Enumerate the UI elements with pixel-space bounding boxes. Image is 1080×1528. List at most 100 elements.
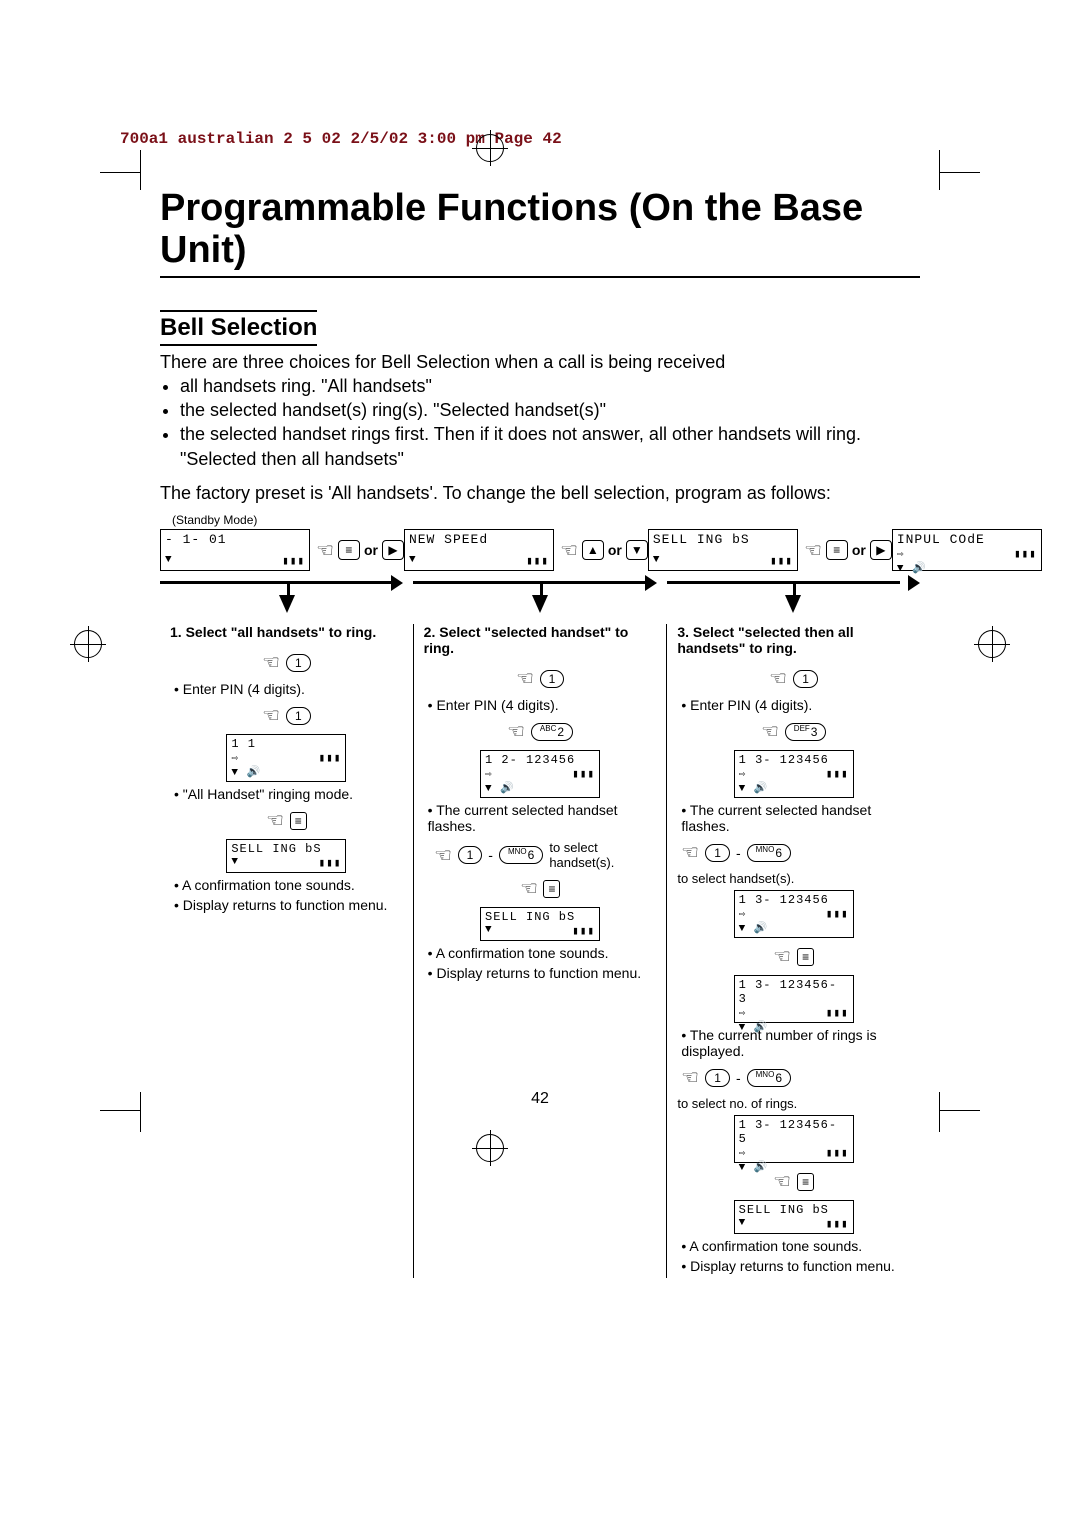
key-1[interactable]: 1 (540, 670, 565, 688)
crop-mark (140, 150, 141, 190)
key-sup: ABC (540, 721, 556, 737)
down-arrow-icon (279, 595, 295, 613)
lcd-screen: 1 1 ⇨▼ 🔊▮▮▮ (226, 734, 346, 782)
lcd-screen: 1 2- 123456 ⇨▼ 🔊▮▮▮ (480, 750, 600, 798)
key-2[interactable]: ABC2 (531, 723, 573, 741)
key-sup: MNO (756, 842, 775, 858)
note-text: Display returns to function menu. (174, 897, 403, 913)
down-arrow-icon (785, 595, 801, 613)
flow-arrow (160, 575, 920, 589)
lcd-text: 1 2- 123456 (485, 753, 595, 767)
note-text: Enter PIN (4 digits). (174, 681, 403, 697)
key-sup: MNO (756, 1067, 775, 1083)
lcd-text: 1 3- 123456 (739, 893, 849, 907)
right-button[interactable]: ▶ (870, 540, 892, 560)
hand-icon: ☞ (507, 719, 525, 744)
lcd-screen: NEW SPEEd ▼▮▮▮ (404, 529, 554, 571)
page-number: 42 (0, 1090, 1080, 1108)
key-sup: DEF (794, 721, 810, 737)
lcd-screen: SELL ING bS ▼▮▮▮ (480, 907, 600, 941)
menu-button[interactable]: ≡ (826, 540, 848, 560)
dash: - (736, 1070, 741, 1086)
key-1[interactable]: 1 (705, 1069, 730, 1087)
registration-mark (974, 626, 1010, 662)
key-1[interactable]: 1 (705, 844, 730, 862)
intro-text: There are three choices for Bell Selecti… (160, 350, 920, 374)
key-1[interactable]: 1 (793, 670, 818, 688)
key-1[interactable]: 1 (458, 846, 483, 864)
note-text: The current number of rings is displayed… (681, 1027, 910, 1059)
crop-mark (940, 172, 980, 173)
standby-label: (Standby Mode) (172, 513, 920, 527)
hand-icon: ☞ (773, 1169, 791, 1194)
hand-icon: ☞ (560, 538, 578, 563)
section-heading: Bell Selection (160, 310, 317, 346)
note-text: A confirmation tone sounds. (681, 1238, 910, 1254)
hand-icon: ☞ (262, 650, 280, 675)
nav-or: ☞ ≡ or ▶ (804, 538, 892, 563)
note-text: A confirmation tone sounds. (428, 945, 657, 961)
crop-mark (940, 1110, 980, 1111)
lcd-screen: 1 3- 123456- 3 ⇨▼ 🔊▮▮▮ (734, 975, 854, 1023)
up-button[interactable]: ▲ (582, 540, 604, 560)
preset-text: The factory preset is 'All handsets'. To… (160, 481, 920, 505)
crop-mark (100, 172, 140, 173)
lcd-text: SELL ING bS (739, 1203, 849, 1217)
page-title: Programmable Functions (On the Base Unit… (160, 188, 920, 278)
lcd-text: SELL ING bS (653, 532, 793, 547)
hand-icon: ☞ (434, 843, 452, 868)
column-3: 3. Select "selected then all handsets" t… (667, 624, 920, 1278)
hand-icon: ☞ (266, 808, 284, 833)
lcd-text: INPUL COdE (897, 532, 1037, 547)
or-label: or (852, 542, 866, 558)
key-6[interactable]: MNO6 (499, 846, 543, 864)
key-1[interactable]: 1 (286, 707, 311, 725)
nav-or: ☞ ≡ or ▶ (316, 538, 404, 563)
lcd-text: 1 3- 123456 (739, 753, 849, 767)
lcd-text: 1 1 (231, 737, 341, 751)
lcd-text: - 1- 01 (165, 532, 305, 547)
range-text: to select handset(s). (677, 871, 910, 886)
lcd-text: 1 3- 123456- 3 (739, 978, 849, 1006)
registration-mark (70, 626, 106, 662)
key-3[interactable]: DEF3 (785, 723, 827, 741)
menu-button[interactable]: ≡ (797, 1173, 814, 1191)
key-num: 3 (811, 724, 818, 740)
note-text: Display returns to function menu. (428, 965, 657, 981)
hand-icon: ☞ (262, 703, 280, 728)
menu-button[interactable]: ≡ (797, 948, 814, 966)
key-6[interactable]: MNO6 (747, 844, 791, 862)
bullet-item: the selected handset(s) ring(s). "Select… (180, 398, 920, 422)
key-num: 6 (528, 847, 535, 863)
hand-icon: ☞ (804, 538, 822, 563)
note-text: The current selected handset flashes. (681, 802, 910, 834)
lcd-screen: SELL ING bS ▼▮▮▮ (648, 529, 798, 571)
lcd-nav-row: - 1- 01 ▼▮▮▮ ☞ ≡ or ▶ NEW SPEEd ▼▮▮▮ ☞ (160, 529, 920, 571)
right-button[interactable]: ▶ (382, 540, 404, 560)
down-button[interactable]: ▼ (626, 540, 648, 560)
or-label: or (608, 542, 622, 558)
lcd-screen: INPUL COdE ⇨▼ 🔊▮▮▮ (892, 529, 1042, 571)
or-label: or (364, 542, 378, 558)
note-text: The current selected handset flashes. (428, 802, 657, 834)
menu-button[interactable]: ≡ (543, 880, 560, 898)
source-file-header: 700a1 australian 2 5 02 2/5/02 3:00 pm P… (120, 130, 960, 148)
registration-mark (472, 130, 508, 166)
key-6[interactable]: MNO6 (747, 1069, 791, 1087)
lcd-screen: 1 3- 123456 ⇨▼ 🔊▮▮▮ (734, 890, 854, 938)
menu-button[interactable]: ≡ (290, 812, 307, 830)
key-num: 2 (557, 724, 564, 740)
crop-mark (939, 150, 940, 190)
menu-button[interactable]: ≡ (338, 540, 360, 560)
key-1[interactable]: 1 (286, 654, 311, 672)
note-text: Display returns to function menu. (681, 1258, 910, 1274)
lcd-screen: - 1- 01 ▼▮▮▮ (160, 529, 310, 571)
note-text: A confirmation tone sounds. (174, 877, 403, 893)
hand-icon: ☞ (516, 666, 534, 691)
intro-block: There are three choices for Bell Selecti… (160, 350, 920, 506)
lcd-screen: SELL ING bS ▼▮▮▮ (226, 839, 346, 873)
range-text: to select handset(s). (549, 840, 656, 870)
bullet-item: the selected handset rings first. Then i… (180, 422, 920, 471)
lcd-text: SELL ING bS (231, 842, 341, 856)
columns: 1. Select "all handsets" to ring. ☞ 1 En… (160, 624, 920, 1278)
